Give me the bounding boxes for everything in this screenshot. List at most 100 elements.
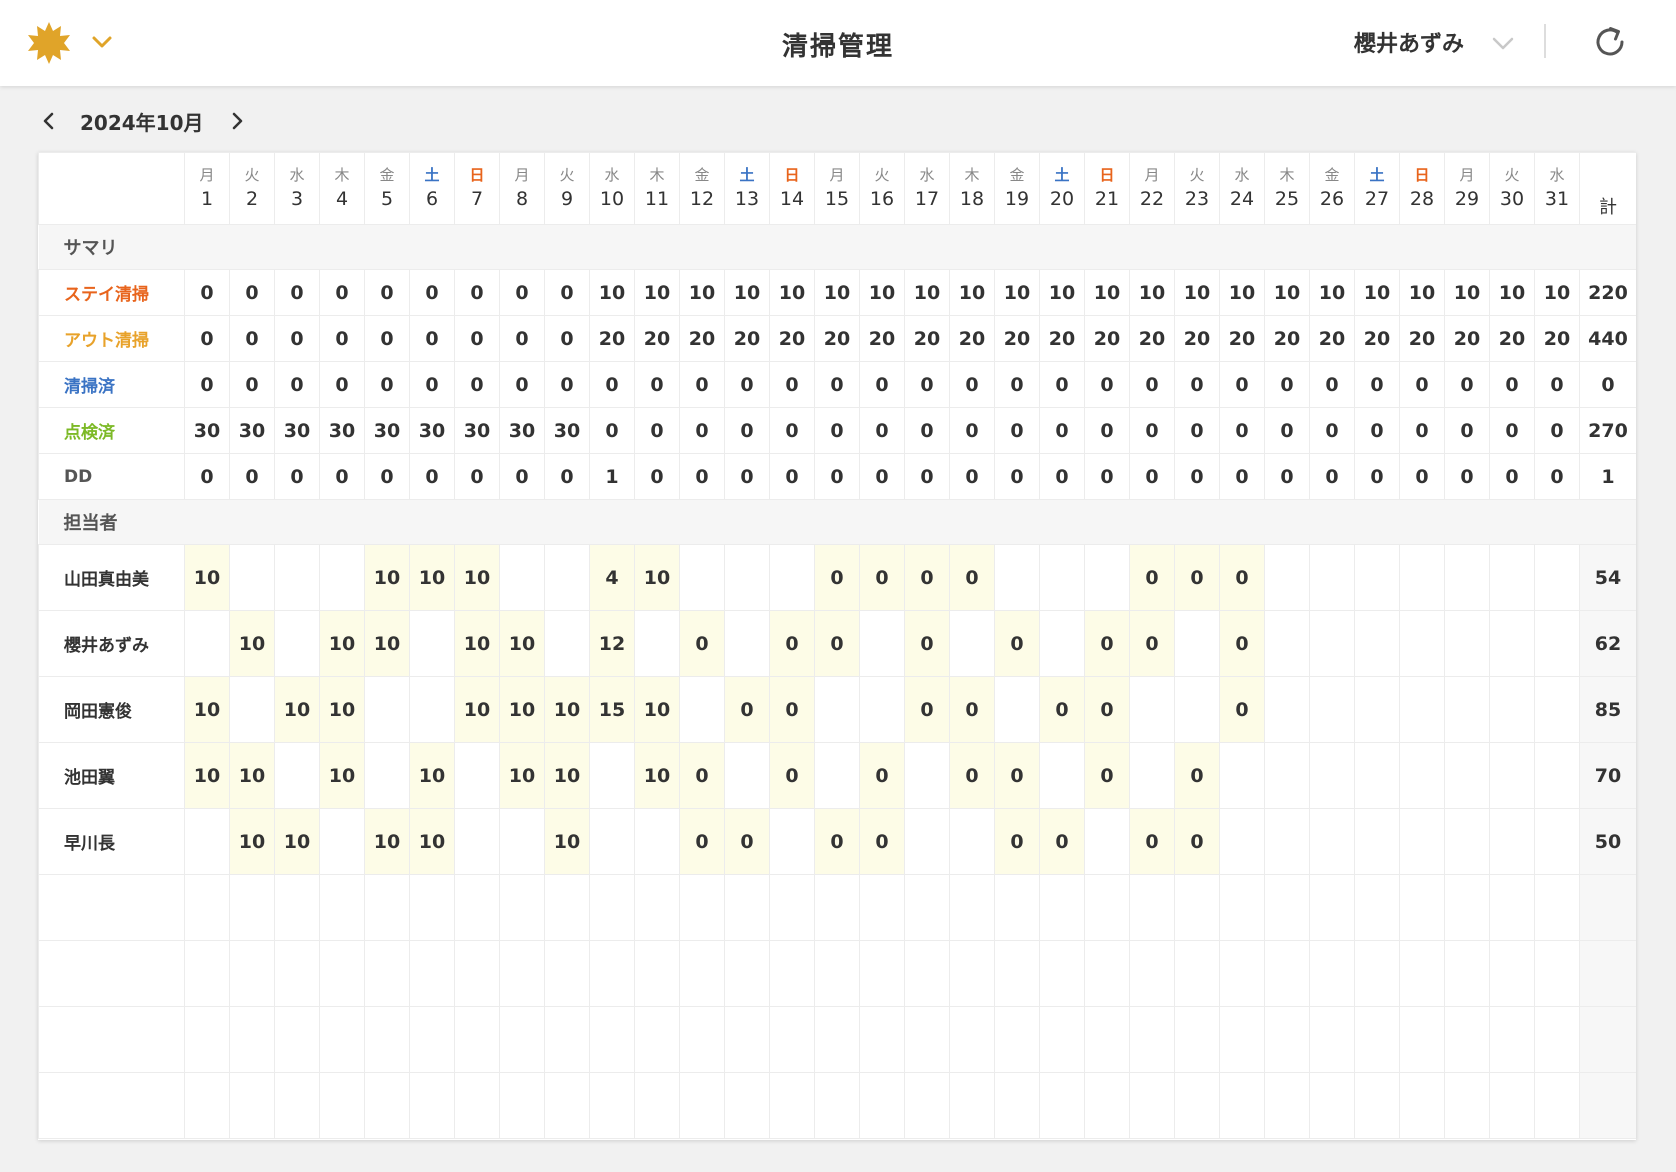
empty-cell[interactable] — [904, 874, 950, 941]
assignment-cell[interactable]: 0 — [949, 676, 995, 743]
assignment-cell[interactable]: 10 — [409, 544, 455, 611]
empty-cell[interactable] — [1084, 940, 1130, 1007]
empty-cell[interactable] — [499, 1006, 545, 1073]
empty-cell[interactable] — [679, 1072, 725, 1139]
empty-cell[interactable] — [589, 940, 635, 1007]
day-header[interactable]: 木 11 — [634, 152, 680, 225]
empty-cell[interactable] — [769, 940, 815, 1007]
refresh-icon[interactable] — [1592, 24, 1628, 60]
assignment-cell[interactable]: 0 — [814, 544, 860, 611]
assignment-cell[interactable] — [544, 544, 590, 611]
assignment-cell[interactable]: 0 — [769, 676, 815, 743]
empty-cell[interactable] — [679, 940, 725, 1007]
empty-cell[interactable] — [1219, 874, 1265, 941]
assignment-cell[interactable] — [814, 742, 860, 809]
assignment-cell[interactable] — [1309, 742, 1355, 809]
empty-cell[interactable] — [1309, 1006, 1355, 1073]
day-header[interactable]: 木4 — [319, 152, 365, 225]
user-name[interactable]: 櫻井あずみ — [1354, 26, 1464, 58]
assignment-cell[interactable] — [409, 610, 455, 677]
empty-cell[interactable] — [1174, 1006, 1220, 1073]
empty-cell[interactable] — [1354, 940, 1400, 1007]
empty-cell[interactable] — [1489, 1072, 1535, 1139]
assignment-cell[interactable]: 0 — [949, 742, 995, 809]
assignment-cell[interactable] — [859, 610, 905, 677]
empty-cell[interactable] — [769, 874, 815, 941]
assignment-cell[interactable]: 0 — [1219, 544, 1265, 611]
empty-cell[interactable] — [1129, 874, 1175, 941]
assignment-cell[interactable] — [454, 808, 500, 875]
empty-cell[interactable] — [1264, 940, 1310, 1007]
assignment-cell[interactable]: 0 — [1174, 742, 1220, 809]
assignment-cell[interactable]: 0 — [1219, 676, 1265, 743]
assignment-cell[interactable]: 10 — [229, 742, 275, 809]
user-menu-chevron-icon[interactable] — [1490, 30, 1516, 56]
empty-cell[interactable] — [1039, 940, 1085, 1007]
day-header[interactable]: 金5 — [364, 152, 410, 225]
day-header[interactable]: 水3 — [274, 152, 320, 225]
empty-cell[interactable] — [949, 874, 995, 941]
assignment-cell[interactable]: 0 — [1129, 544, 1175, 611]
empty-cell[interactable] — [1444, 1006, 1490, 1073]
empty-cell[interactable] — [544, 874, 590, 941]
assignment-cell[interactable] — [1309, 544, 1355, 611]
assignment-cell[interactable] — [1534, 742, 1580, 809]
assignment-cell[interactable] — [1399, 676, 1445, 743]
empty-cell[interactable] — [994, 1072, 1040, 1139]
assignment-cell[interactable]: 0 — [1084, 742, 1130, 809]
assignment-cell[interactable] — [1489, 610, 1535, 677]
assignment-cell[interactable]: 0 — [769, 610, 815, 677]
empty-cell[interactable] — [589, 1072, 635, 1139]
empty-cell[interactable] — [814, 1072, 860, 1139]
day-header[interactable]: 土 20 — [1039, 152, 1085, 225]
empty-cell[interactable] — [544, 940, 590, 1007]
empty-cell[interactable] — [634, 874, 680, 941]
day-header[interactable]: 水 10 — [589, 152, 635, 225]
day-header[interactable]: 月8 — [499, 152, 545, 225]
assignment-cell[interactable] — [229, 544, 275, 611]
empty-cell[interactable] — [409, 1072, 455, 1139]
empty-cell[interactable] — [544, 1006, 590, 1073]
empty-cell[interactable] — [814, 874, 860, 941]
empty-cell[interactable] — [1534, 1072, 1580, 1139]
assignment-cell[interactable] — [319, 544, 365, 611]
empty-cell[interactable] — [1174, 874, 1220, 941]
empty-cell[interactable] — [1084, 874, 1130, 941]
day-header[interactable]: 金 26 — [1309, 152, 1355, 225]
assignment-cell[interactable] — [1444, 808, 1490, 875]
day-header[interactable]: 土6 — [409, 152, 455, 225]
day-header[interactable]: 日 14 — [769, 152, 815, 225]
assignment-cell[interactable]: 10 — [274, 808, 320, 875]
empty-cell[interactable] — [499, 1072, 545, 1139]
assignment-cell[interactable] — [1444, 544, 1490, 611]
empty-cell[interactable] — [409, 1006, 455, 1073]
empty-cell[interactable] — [1174, 940, 1220, 1007]
day-header[interactable]: 水 24 — [1219, 152, 1265, 225]
assignment-cell[interactable]: 10 — [499, 610, 545, 677]
empty-cell[interactable] — [589, 874, 635, 941]
assignment-cell[interactable]: 10 — [184, 676, 230, 743]
assignment-cell[interactable] — [1264, 544, 1310, 611]
assignment-cell[interactable] — [1534, 610, 1580, 677]
empty-cell[interactable] — [1354, 1006, 1400, 1073]
assignment-cell[interactable] — [274, 742, 320, 809]
assignment-cell[interactable]: 0 — [679, 610, 725, 677]
assignment-cell[interactable] — [994, 544, 1040, 611]
empty-cell[interactable] — [1039, 1006, 1085, 1073]
assignment-cell[interactable] — [904, 742, 950, 809]
empty-cell[interactable] — [1084, 1006, 1130, 1073]
day-header[interactable]: 月 29 — [1444, 152, 1490, 225]
empty-cell[interactable] — [1309, 874, 1355, 941]
assignment-cell[interactable]: 0 — [679, 808, 725, 875]
assignment-cell[interactable] — [1174, 610, 1220, 677]
empty-cell[interactable] — [634, 940, 680, 1007]
empty-cell[interactable] — [859, 940, 905, 1007]
empty-cell[interactable] — [499, 874, 545, 941]
assignment-cell[interactable]: 0 — [769, 742, 815, 809]
empty-cell[interactable] — [229, 874, 275, 941]
assignment-cell[interactable]: 10 — [634, 742, 680, 809]
day-header[interactable]: 水 31 — [1534, 152, 1580, 225]
assignment-cell[interactable] — [1354, 742, 1400, 809]
assignment-cell[interactable] — [1264, 676, 1310, 743]
day-header[interactable]: 月1 — [184, 152, 230, 225]
